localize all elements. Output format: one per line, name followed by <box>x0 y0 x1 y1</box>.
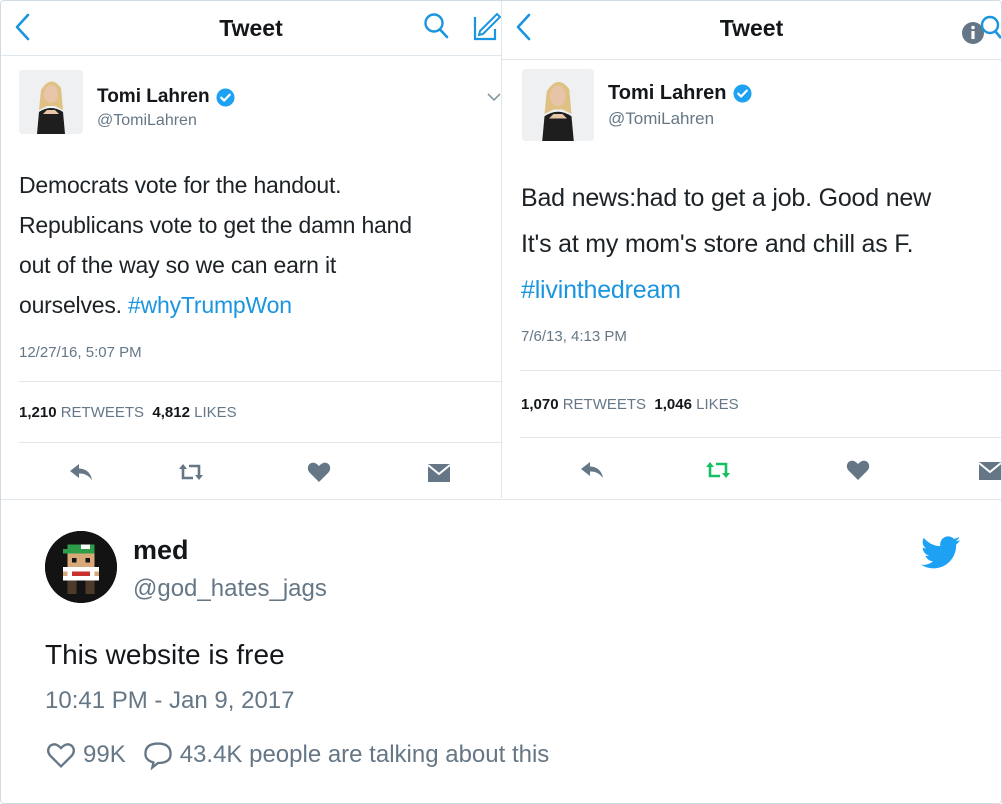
tweet-text: Bad news:had to get a job. Good new It's… <box>521 175 931 313</box>
divider <box>19 442 501 443</box>
author-name[interactable]: Tomi Lahren <box>97 86 210 108</box>
reply-icon[interactable] <box>67 458 95 486</box>
talking-count[interactable]: 43.4K people are talking about this <box>180 741 550 769</box>
info-icon[interactable] <box>958 13 1001 47</box>
like-count[interactable]: 99K <box>83 741 126 769</box>
avatar-image <box>19 70 83 134</box>
dm-icon[interactable] <box>976 456 1001 484</box>
retweet-icon[interactable] <box>177 458 205 486</box>
twitter-bird-icon[interactable] <box>921 536 961 570</box>
tweet-footer: 99K 43.4K people are talking about this <box>45 740 549 770</box>
author-handle[interactable]: @TomiLahren <box>97 112 197 130</box>
engagement-counts: 1,210 RETWEETS 4,812 LIKES <box>19 404 237 421</box>
nav-title: Tweet <box>719 15 784 41</box>
search-icon[interactable] <box>421 9 451 43</box>
hashtag-link[interactable]: #livinthedream <box>521 267 931 313</box>
dm-icon[interactable] <box>425 458 453 486</box>
tweet-line: Republicans vote to get the damn hand <box>19 212 412 238</box>
author-name-row: Tomi Lahren <box>97 86 235 108</box>
tweet-line: Bad news:had to get a job. Good new <box>521 184 931 212</box>
tweet-timestamp: 7/6/13, 4:13 PM <box>521 328 627 345</box>
avatar[interactable] <box>45 531 117 603</box>
tweet-line-last: ourselves. #whyTrumpWon <box>19 285 412 325</box>
avatar[interactable] <box>522 69 594 141</box>
retweet-count[interactable]: 1,210 <box>19 404 57 421</box>
like-count[interactable]: 1,046 <box>654 396 692 413</box>
verified-badge-icon <box>733 84 752 103</box>
retweets-label: RETWEETS <box>562 396 647 413</box>
divider <box>520 437 1001 438</box>
tweet-author: Tomi Lahren @TomiLahren <box>502 60 1001 150</box>
avatar[interactable] <box>19 70 83 134</box>
tweet-line: Democrats vote for the handout. <box>19 172 342 198</box>
tweet-panel-right: Tweet Tomi Lahren @TomiLahren Bad news:h… <box>502 1 1001 498</box>
verified-badge-icon <box>216 87 235 107</box>
reply-icon[interactable] <box>578 456 606 484</box>
tweet-line: out of the way so we can earn it <box>19 252 337 278</box>
tweet-author: Tomi Lahren @TomiLahren <box>1 56 501 146</box>
screenshot-frame: Tweet Tomi Lahren @TomiLahren Democrats … <box>0 0 1002 804</box>
chevron-down-icon[interactable] <box>487 92 501 102</box>
tweet-text: This website is free <box>45 639 285 670</box>
likes-label: LIKES <box>696 396 739 413</box>
action-bar <box>1 452 501 492</box>
tweet-line-text: ourselves. <box>19 292 129 318</box>
retweets-label: RETWEETS <box>60 404 145 421</box>
retweet-icon[interactable] <box>704 456 732 484</box>
retweet-count[interactable]: 1,070 <box>521 396 559 413</box>
nav-bar: Tweet <box>502 1 1001 60</box>
divider <box>520 370 1001 371</box>
tweet-timestamp: 12/27/16, 5:07 PM <box>19 344 142 361</box>
divider <box>1 499 1001 500</box>
engagement-counts: 1,070 RETWEETS 1,046 LIKES <box>521 396 739 413</box>
hashtag-link[interactable]: #whyTrumpWon <box>128 292 292 318</box>
author-handle[interactable]: @god_hates_jags <box>133 575 327 603</box>
author-handle[interactable]: @TomiLahren <box>608 109 714 129</box>
action-bar <box>502 450 1001 490</box>
tweet-timestamp[interactable]: 10:41 PM - Jan 9, 2017 <box>45 687 295 715</box>
author-name[interactable]: Tomi Lahren <box>608 82 727 105</box>
nav-bar: Tweet <box>1 1 501 56</box>
tweet-line: It's at my mom's store and chill as F. <box>521 230 914 258</box>
author-name-row: Tomi Lahren <box>608 82 752 105</box>
divider <box>19 381 501 382</box>
heart-icon[interactable] <box>305 458 333 486</box>
heart-icon[interactable] <box>844 456 872 484</box>
author-name[interactable]: med <box>133 535 189 566</box>
like-count[interactable]: 4,812 <box>152 404 190 421</box>
tweet-text: Democrats vote for the handout. Republic… <box>19 165 412 325</box>
pixel-avatar-image <box>45 531 117 603</box>
comment-bubble-icon[interactable] <box>142 740 174 770</box>
embedded-tweet-card: med @god_hates_jags This website is free… <box>1 499 1001 803</box>
likes-label: LIKES <box>194 404 237 421</box>
compose-icon[interactable] <box>471 9 501 43</box>
heart-outline-icon[interactable] <box>45 740 77 770</box>
avatar-image <box>522 69 594 141</box>
tweet-panel-left: Tweet Tomi Lahren @TomiLahren Democrats … <box>1 1 502 498</box>
